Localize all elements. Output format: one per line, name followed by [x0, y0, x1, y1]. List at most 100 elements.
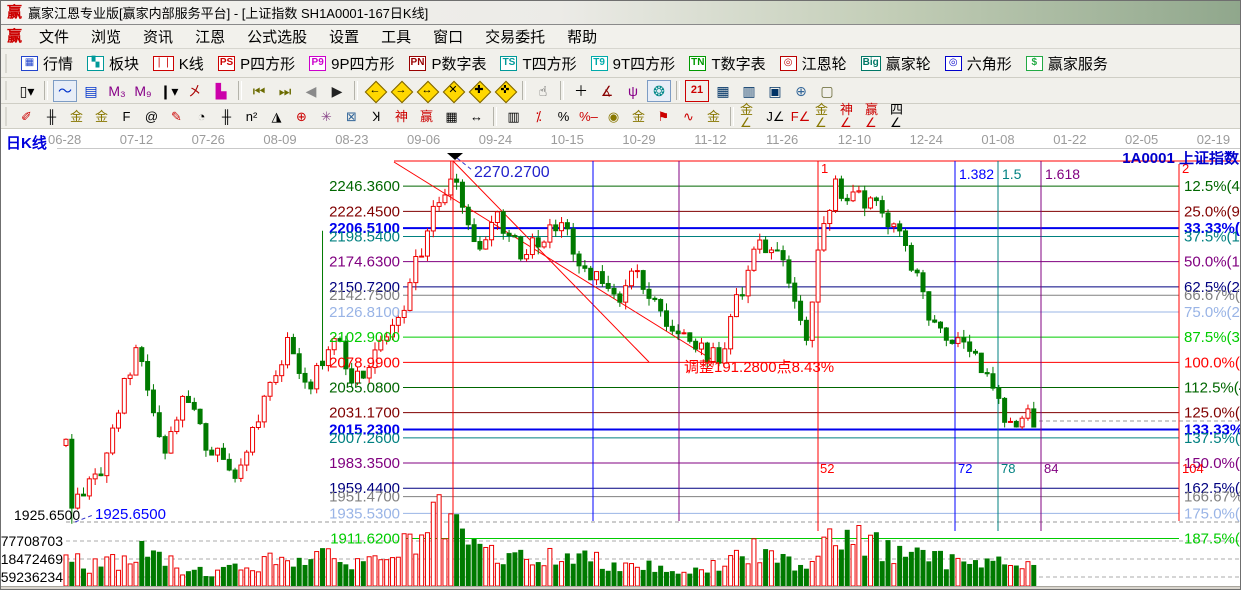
tool-goto-last[interactable]: ⏭ — [273, 80, 297, 102]
tool-draw-pen[interactable]: ✐ — [15, 106, 38, 126]
tool-wave-9[interactable]: M₉ — [131, 80, 155, 102]
tool-gold-level-line[interactable]: 金 — [627, 106, 650, 126]
tool-gold-angle-2[interactable]: 金∠ — [814, 106, 837, 126]
tool-si-angle[interactable]: 四∠ — [889, 106, 912, 126]
menu-item-1[interactable]: 浏览 — [80, 25, 132, 48]
tool-page-right[interactable]: ▶ — [325, 80, 349, 102]
tool-calendar-21[interactable]: 21 — [685, 80, 709, 102]
tool-grid-web[interactable]: ⊠ — [340, 106, 363, 126]
toolbar-button-winner-wheel[interactable]: Big赢家轮 — [854, 51, 938, 76]
tool-ruler-grid[interactable]: ▦ — [440, 106, 463, 126]
svg-text:1: 1 — [821, 161, 828, 176]
tool-percent-tool[interactable]: % — [552, 106, 575, 126]
tool-mirror-tool[interactable]: ◮ — [265, 106, 288, 126]
tool-price-fence[interactable]: ╫ — [40, 106, 63, 126]
tool-gold-fence-1[interactable]: 金 — [65, 106, 88, 126]
tool-flag-pen[interactable]: ⚑ — [652, 106, 675, 126]
tool-goto-first[interactable]: ⏮ — [247, 80, 271, 102]
tool-wave-3[interactable]: M₃ — [105, 80, 129, 102]
menu-item-9[interactable]: 帮助 — [556, 25, 608, 48]
menu-item-0[interactable]: 文件 — [28, 25, 80, 48]
menu-item-3[interactable]: 江恩 — [184, 25, 236, 48]
tool-j-angle[interactable]: J∠ — [764, 106, 787, 126]
date-tick: 01-08 — [981, 132, 1014, 147]
toolbar-button-9t-square[interactable]: T99T四方形 — [584, 51, 683, 76]
menu-item-8[interactable]: 交易委托 — [474, 25, 556, 48]
p-square-icon: PS — [218, 56, 235, 71]
tool-wave-line[interactable]: ∿ — [677, 106, 700, 126]
tool-ying-angle[interactable]: 赢∠ — [864, 106, 887, 126]
tool-calculator[interactable]: ▦ — [711, 80, 735, 102]
menu-item-5[interactable]: 设置 — [318, 25, 370, 48]
toolbar-button-p-number-table[interactable]: PNP数字表 — [402, 51, 494, 76]
menu-item-7[interactable]: 窗口 — [422, 25, 474, 48]
tool-fork-tool[interactable]: ψ — [621, 80, 645, 102]
tool-expand-diamond[interactable]: ✚ — [467, 80, 491, 102]
toolbar-button-winner-service[interactable]: $赢家服务 — [1019, 51, 1115, 76]
toolbar-button-quotes[interactable]: ▦行情 — [14, 51, 80, 76]
tool-workstation[interactable]: ▢ — [815, 80, 839, 102]
toolbar-navigation: ▯▾ 〜▤M₃M₉❙▾㐅▙ ⏮⏭◀▶ ←→↔✕✚✜ ☝ ＋∡ψ❂ 21▦▥▣⊕▢ — [1, 78, 1240, 104]
hexagon-label: 六角形 — [967, 53, 1012, 74]
menu-item-6[interactable]: 工具 — [370, 25, 422, 48]
tool-n-square[interactable]: n² — [240, 106, 263, 126]
tool-f-angle[interactable]: F∠ — [789, 106, 812, 126]
svg-text:104: 104 — [1182, 461, 1204, 476]
tool-chinese-pattern-box[interactable]: 㐅 — [183, 80, 207, 102]
tool-gold-angle[interactable]: 金∠ — [739, 106, 762, 126]
toolbar-views: ▦行情▚板块❘❘K线PSP四方形P99P四方形PNP数字表TST四方形T99T四… — [1, 49, 1240, 78]
tool-gold-circle[interactable]: ◉ — [602, 106, 625, 126]
toolbar-button-gann-wheel[interactable]: ◎江恩轮 — [773, 51, 854, 76]
chart-canvas[interactable]: 2246.360012.5%(45)2222.450025.0%(90)2206… — [1, 151, 1241, 586]
tool-web-share[interactable]: ⊕ — [789, 80, 813, 102]
menu-item-4[interactable]: 公式选股 — [236, 25, 318, 48]
tool-notebook[interactable]: ▥ — [737, 80, 761, 102]
title-bar[interactable]: 赢 赢家江恩专业版[赢家内部服务平台] - [上证指数 SH1A0001-167… — [1, 1, 1240, 25]
tool-pan-right-diamond[interactable]: → — [389, 80, 413, 102]
toolbar-button-t-square[interactable]: TST四方形 — [493, 51, 583, 76]
tool-pct-slash[interactable]: ⁒ — [527, 106, 550, 126]
svg-text:50.0%(180): 50.0%(180) — [1184, 254, 1241, 271]
tool-volume-profile[interactable]: ▙ — [209, 80, 233, 102]
tool-pen-ruler[interactable]: ✎ — [165, 106, 188, 126]
toolbar-button-sectors[interactable]: ▚板块 — [80, 51, 146, 76]
tool-crosshair-tool[interactable]: ＋ — [569, 80, 593, 102]
tool-shen-angle[interactable]: 神∠ — [839, 106, 862, 126]
tool-save[interactable]: ▣ — [763, 80, 787, 102]
menu-item-2[interactable]: 资讯 — [132, 25, 184, 48]
tool-pan-left-diamond[interactable]: ← — [363, 80, 387, 102]
tool-target-tool[interactable]: ⊕ — [290, 106, 313, 126]
tool-page-left[interactable]: ◀ — [299, 80, 323, 102]
svg-text:1983.3500: 1983.3500 — [329, 455, 400, 472]
tool-ying-box[interactable]: 赢 — [415, 106, 438, 126]
toolbar-button-hexagon[interactable]: ◎六角形 — [938, 51, 1019, 76]
tool-zoom-all-diamond[interactable]: ✜ — [493, 80, 517, 102]
tool-pct-line[interactable]: %– — [577, 106, 600, 126]
tool-spiral-tool[interactable]: @ — [140, 106, 163, 126]
tool-pattern-tool[interactable]: 〜 — [53, 80, 77, 102]
tool-zoom-horizontal-diamond[interactable]: ↔ — [415, 80, 439, 102]
tool-count-table[interactable]: ▥ — [502, 106, 525, 126]
tool-gold-line-2[interactable]: 金 — [702, 106, 725, 126]
tool-width-arrows[interactable]: ↔ — [465, 106, 488, 126]
toolbar-button-p-square[interactable]: PSP四方形 — [211, 51, 302, 76]
tool-candle-style-dropdown[interactable]: ▯▾ — [15, 80, 39, 102]
tool-info-document[interactable]: ▤ — [79, 80, 103, 102]
tool-fence-2[interactable]: ╫ — [215, 106, 238, 126]
svg-text:37.5%(135): 37.5%(135) — [1184, 229, 1241, 246]
svg-text:2007.2600: 2007.2600 — [329, 430, 400, 447]
tool-gann-clock[interactable]: ◔ — [190, 106, 213, 126]
tool-k-mark[interactable]: Ʞ — [365, 106, 388, 126]
tool-angle-measure-tool[interactable]: ∡ — [595, 80, 619, 102]
tool-single-candle-dropdown[interactable]: ❙▾ — [157, 80, 181, 102]
toolbar-button-t-number-table[interactable]: TNT数字表 — [682, 51, 773, 76]
tool-brain-tool[interactable]: ❂ — [647, 80, 671, 102]
tool-compress-diamond[interactable]: ✕ — [441, 80, 465, 102]
tool-shen-fence[interactable]: 神 — [390, 106, 413, 126]
tool-hand-tool[interactable]: ☝ — [531, 80, 555, 102]
toolbar-button-kline[interactable]: ❘❘K线 — [146, 51, 211, 76]
toolbar-button-9p-square[interactable]: P99P四方形 — [302, 51, 401, 76]
tool-f-fence[interactable]: F — [115, 106, 138, 126]
tool-spider-web[interactable]: ✳ — [315, 106, 338, 126]
tool-gold-fence-2[interactable]: 金 — [90, 106, 113, 126]
